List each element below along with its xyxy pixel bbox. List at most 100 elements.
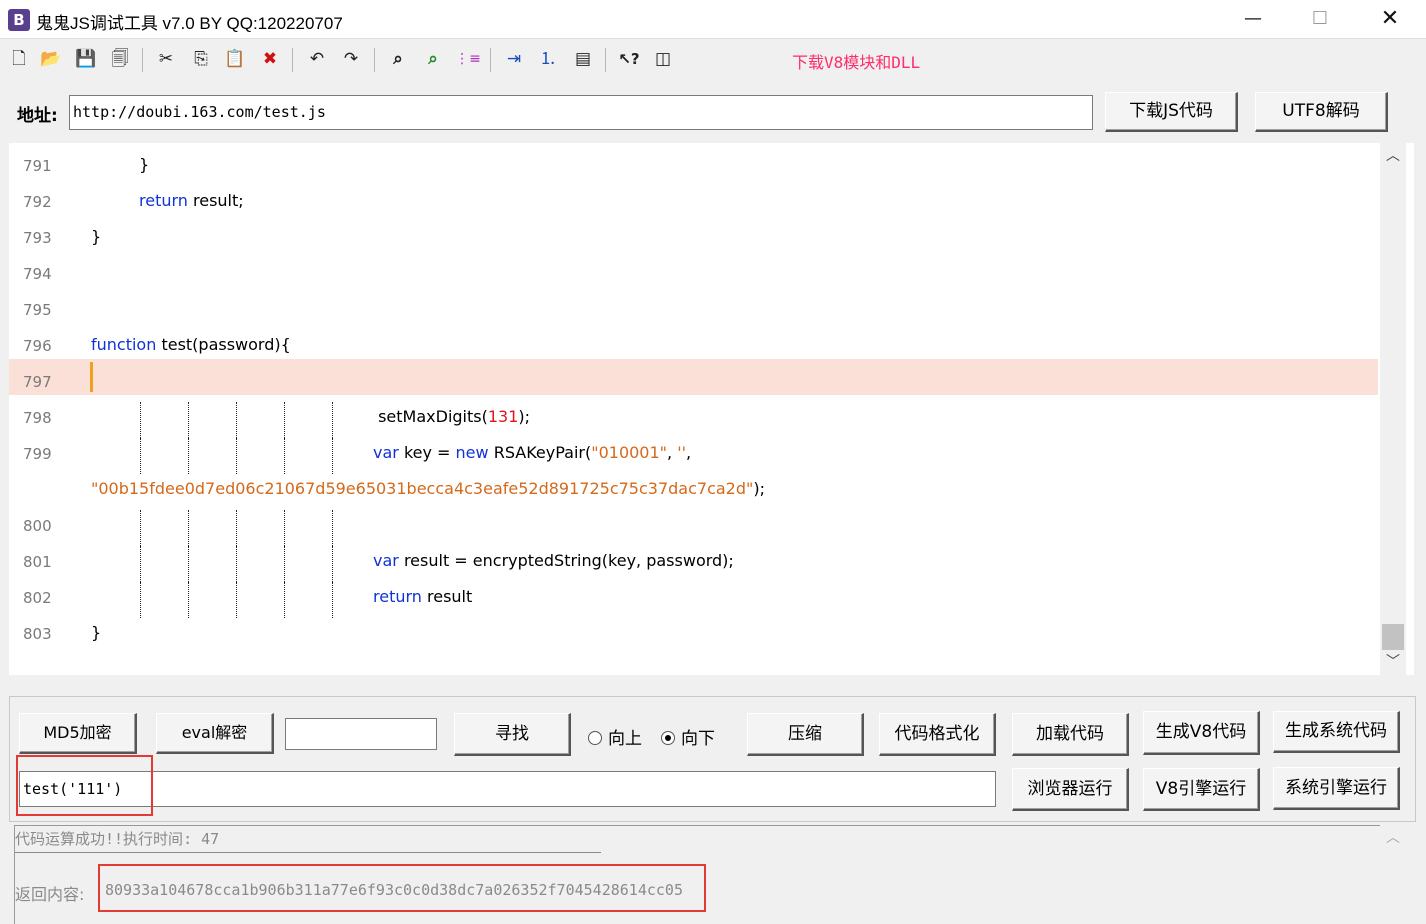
indent-guide [236,510,237,546]
load-code-button[interactable]: 加载代码 [1012,713,1129,756]
scroll-down-icon[interactable]: ﹀ [1380,649,1406,675]
save-all-icon[interactable]: 🗐 [107,46,133,72]
save-icon[interactable]: 💾 [73,46,99,72]
indent-icon[interactable]: ⇥ [501,46,527,72]
browser-run-button[interactable]: 浏览器运行 [1012,768,1129,811]
code-line: 798 setMaxDigits(131); [9,402,1378,438]
window-title: 鬼鬼JS调试工具 v7.0 BY QQ:120220707 [36,14,343,33]
undo-icon[interactable]: ↶ [304,46,330,72]
indent-guide [332,438,333,474]
numbered-list-icon[interactable]: ⒈ [535,46,561,72]
keyword: return [139,191,188,210]
radio-down-dot[interactable] [661,731,675,745]
radio-up-dot[interactable] [588,731,602,745]
keyword: var [373,443,399,462]
new-file-icon[interactable]: 🗋 [6,46,32,72]
indent-guide [140,510,141,546]
number-literal: 131 [487,407,519,426]
help-cursor-icon[interactable]: ↖? [616,46,642,72]
cut-icon[interactable]: ✂ [153,46,179,72]
code-text: , [685,443,692,462]
paste-icon[interactable]: 📋 [222,46,248,72]
download-js-button[interactable]: 下载JS代码 [1105,92,1238,132]
radio-up-label: 向上 [608,729,642,749]
indent-guide [332,582,333,618]
radio-down-label: 向下 [681,729,715,749]
code-line: 792 return result; [9,186,1378,222]
scroll-up-icon[interactable]: ︿ [1380,825,1406,851]
generate-v8-code-button[interactable]: 生成V8代码 [1143,711,1260,755]
code-line: 802 return result [9,582,1378,618]
keyword: function [91,335,157,354]
find-icon[interactable]: ⌕ [385,46,411,72]
string-literal: '' [677,443,686,462]
indent-guide [188,582,189,618]
app-icon: B [8,9,30,31]
find-next-icon[interactable]: ⌕ [420,46,446,72]
toolbar-separator [490,48,491,72]
delete-icon[interactable]: ✖ [257,46,283,72]
indent-guide [140,402,141,438]
radio-up[interactable]: 向上 [588,724,642,749]
result-scrollbar[interactable]: ︿ [1380,825,1406,924]
keyword: var [373,551,399,570]
code-text: ); [518,407,531,426]
code-text: } [91,623,102,642]
indent-guide [188,402,189,438]
generate-system-code-button[interactable]: 生成系统代码 [1273,711,1400,753]
radio-down[interactable]: 向下 [661,724,715,749]
title-bar: B 鬼鬼JS调试工具 v7.0 BY QQ:120220707 — ☐ ✕ [0,0,1426,39]
indent-guide [284,582,285,618]
scroll-up-icon[interactable]: ︿ [1380,143,1406,169]
download-v8-link[interactable]: 下载V8模块和DLL [792,49,920,73]
toolbar-separator [374,48,375,72]
line-number: 797 [23,373,52,391]
toolbar-separator [605,48,606,72]
command-input[interactable]: test('111') [19,771,996,807]
copy-icon[interactable]: ⎘ [188,46,214,72]
compress-button[interactable]: 压缩 [747,713,864,756]
code-text: , [667,443,678,462]
indent-guide [140,438,141,474]
system-engine-run-button[interactable]: 系统引擎运行 [1273,767,1400,810]
line-number: 791 [23,157,52,175]
open-folder-icon[interactable]: 📂 [38,46,64,72]
window-icon[interactable]: ▤ [570,46,596,72]
line-number: 800 [23,517,52,535]
list-icon[interactable]: ⋮≡ [455,46,481,72]
line-number: 793 [23,229,52,247]
minimize-button[interactable]: — [1230,0,1276,38]
editor-scrollbar[interactable]: ︿ ﹀ [1380,143,1406,675]
redo-icon[interactable]: ↷ [338,46,364,72]
indent-guide [188,510,189,546]
maximize-button[interactable]: ☐ [1297,0,1343,38]
line-number: 798 [23,409,52,427]
indent-guide [332,510,333,546]
scrollbar-thumb[interactable] [1382,624,1404,650]
code-line: 791 } [9,150,1378,186]
address-input[interactable]: http://doubi.163.com/test.js [69,95,1093,130]
result-label: 返回内容: [15,885,85,904]
format-code-button[interactable]: 代码格式化 [879,713,996,756]
eval-decrypt-button[interactable]: eval解密 [156,713,274,754]
indent-guide [284,438,285,474]
code-text: setMaxDigits( [373,407,488,426]
utf8-decode-button[interactable]: UTF8解码 [1255,92,1388,132]
v8-engine-run-button[interactable]: V8引擎运行 [1143,768,1260,811]
close-button[interactable]: ✕ [1367,0,1413,38]
code-text: RSAKeyPair( [488,443,592,462]
code-text: result; [187,191,244,210]
search-input[interactable] [285,718,437,750]
find-button[interactable]: 寻找 [454,713,571,756]
current-line-highlight: 797 [9,359,1378,395]
indent-guide [236,582,237,618]
line-number: 803 [23,625,52,643]
md5-encrypt-button[interactable]: MD5加密 [19,713,137,754]
code-line: 794 [9,258,1378,294]
annotation-box-command [16,755,153,816]
code-editor[interactable]: 791 } 792 return result; 793 } 794 795 7… [9,143,1414,675]
code-text: result [421,587,473,606]
toolbar: 🗋 📂 💾 🗐 ✂ ⎘ 📋 ✖ ↶ ↷ ⌕ ⌕ ⋮≡ ⇥ ⒈ ▤ ↖? ◫ [0,40,1426,80]
keyword: return [373,587,422,606]
panel-icon[interactable]: ◫ [650,46,676,72]
